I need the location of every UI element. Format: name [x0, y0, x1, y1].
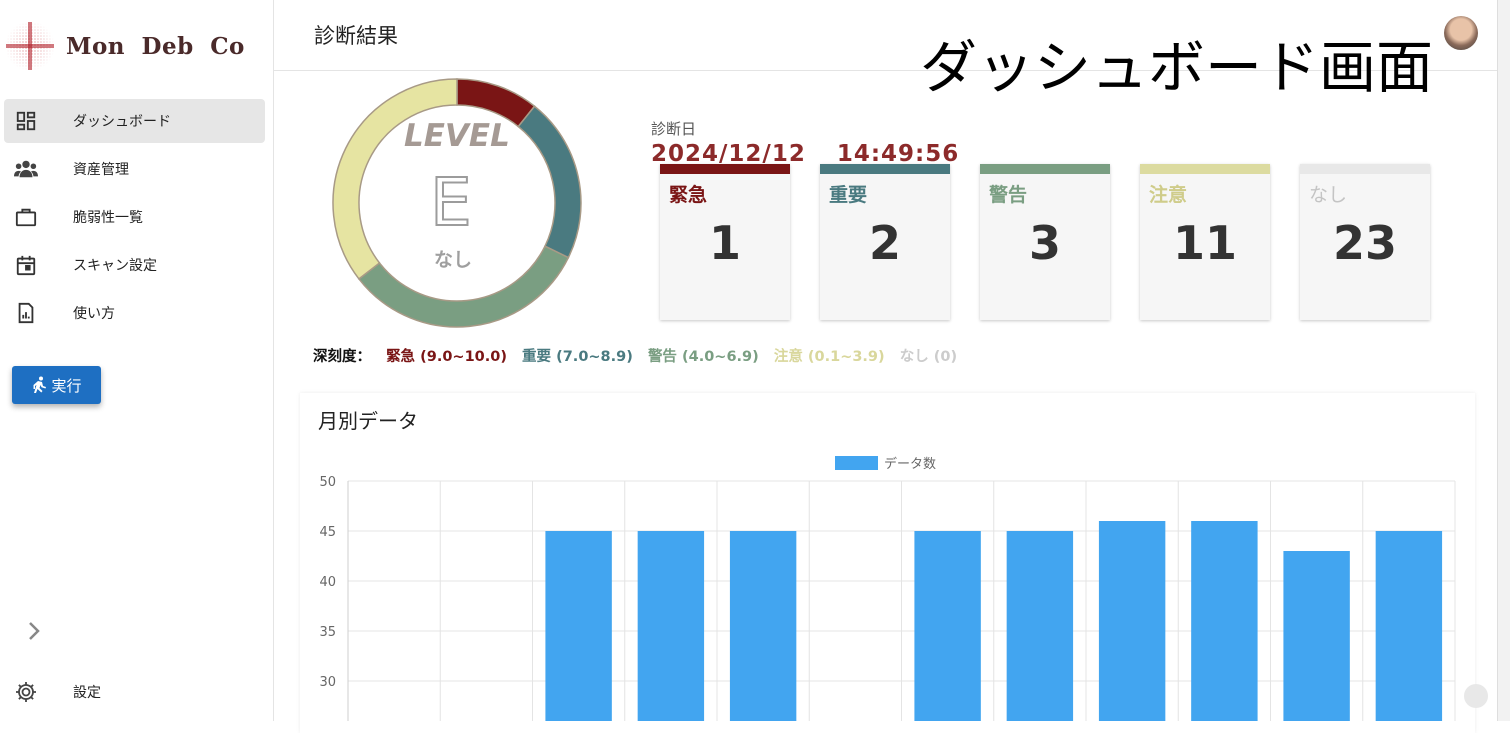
sidebar-item-how-to-use[interactable]: 使い方 [4, 291, 265, 335]
brand-logo[interactable]: Mon Deb Co [4, 20, 245, 72]
settings-label: 設定 [73, 685, 101, 701]
y-tick-label: 35 [319, 625, 336, 640]
scroll-indicator [1464, 684, 1488, 708]
severity-card-count: 2 [868, 216, 901, 270]
brand-name: Mon Deb Co [66, 32, 245, 60]
severity-card-label: 警告 [989, 184, 1028, 206]
calendar-icon [14, 253, 38, 277]
overlay-caption: ダッシュボード画面 [920, 35, 1433, 101]
severity-card-label: 重要 [829, 184, 868, 206]
chart-bar[interactable] [637, 531, 705, 721]
severity-legend-item: なし (0) [899, 349, 958, 365]
sidebar-item-label: 脆弱性一覧 [73, 210, 143, 226]
sidebar-item-vulnerabilities[interactable]: 脆弱性一覧 [4, 195, 265, 239]
level-grade: E [429, 163, 473, 242]
run-button-label: 実行 [51, 376, 82, 395]
sidebar-item-settings[interactable]: 設定 [4, 672, 265, 712]
briefcase-icon [14, 205, 38, 229]
sidebar-item-scan-settings[interactable]: スキャン設定 [4, 243, 265, 287]
severity-card-label: なし [1309, 184, 1348, 206]
chart-legend[interactable]: データ数 [835, 456, 936, 472]
people-icon [14, 157, 38, 181]
y-tick-label: 30 [319, 675, 336, 690]
monthly-bar-chart: データ数 50 45 40 35 30 [319, 456, 1456, 721]
severity-card-count: 23 [1332, 216, 1397, 270]
chart-bar[interactable] [1283, 551, 1350, 721]
moon-icon [1392, 24, 1403, 46]
logo-mark-icon [4, 20, 56, 72]
diagnosis-date-label: 診断日 [651, 120, 697, 138]
sidebar: Mon Deb Co ダッシュボード 資産管理 脆弱性一覧 スキャン設定 使い方… [0, 0, 274, 721]
chart-bar[interactable] [729, 531, 797, 721]
expand-sidebar-button[interactable] [24, 619, 44, 643]
chart-bar[interactable] [1375, 531, 1443, 721]
severity-legend-label: 深刻度： [313, 349, 371, 365]
severity-card-label: 緊急 [669, 184, 708, 206]
sidebar-nav: ダッシュボード 資産管理 脆弱性一覧 スキャン設定 使い方 [4, 99, 265, 339]
severity-legend-item: 警告 (4.0~6.9) [647, 349, 759, 365]
avatar[interactable] [1444, 16, 1478, 50]
sidebar-item-assets[interactable]: 資産管理 [4, 147, 265, 191]
severity-card-none[interactable]: なし 23 [1300, 164, 1430, 320]
sidebar-item-label: ダッシュボード [73, 114, 171, 130]
sidebar-item-label: 使い方 [73, 306, 115, 322]
severity-card-label: 注意 [1149, 184, 1188, 206]
legend-label: データ数 [884, 456, 936, 472]
sidebar-item-label: 資産管理 [73, 162, 129, 178]
donut-segment [517, 105, 582, 259]
dashboard-icon [14, 109, 38, 133]
severity-card-count: 3 [1028, 216, 1061, 270]
chevron-right-icon [29, 622, 40, 640]
y-tick-label: 45 [319, 525, 336, 540]
page-title: 診断結果 [314, 24, 398, 48]
level-label: LEVEL [404, 118, 510, 154]
chart-bar[interactable] [1098, 521, 1166, 721]
y-tick-label: 50 [319, 475, 336, 490]
running-person-icon [33, 376, 47, 393]
chart-bar[interactable] [1191, 521, 1258, 721]
dark-mode-toggle[interactable] [1386, 22, 1410, 48]
chart-bar[interactable] [1006, 531, 1074, 721]
gear-icon [14, 680, 38, 704]
run-button[interactable]: 実行 [12, 366, 101, 404]
severity-card-count: 1 [708, 216, 741, 270]
chart-bar[interactable] [545, 531, 612, 721]
page-scrollbar[interactable] [1497, 0, 1510, 721]
sidebar-item-dashboard[interactable]: ダッシュボード [4, 99, 265, 143]
y-tick-label: 40 [319, 575, 336, 590]
severity-legend-item: 重要 (7.0~8.9) [522, 349, 633, 365]
level-grade-sub: なし [434, 249, 473, 271]
sidebar-item-label: スキャン設定 [73, 258, 157, 274]
severity-card-warning[interactable]: 警告 3 [980, 164, 1110, 320]
legend-swatch [835, 456, 878, 470]
report-icon [14, 301, 38, 325]
chart-bar[interactable] [914, 531, 981, 721]
severity-legend-item: 注意 (0.1~3.9) [773, 349, 885, 365]
severity-legend-item: 緊急 (9.0~10.0) [386, 349, 507, 365]
severity-legend: 深刻度： 緊急 (9.0~10.0) 重要 (7.0~8.9) 警告 (4.0~… [313, 345, 967, 366]
severity-card-important[interactable]: 重要 2 [820, 164, 950, 320]
severity-card-count: 11 [1172, 216, 1237, 270]
severity-card-caution[interactable]: 注意 11 [1140, 164, 1270, 320]
severity-card-urgent[interactable]: 緊急 1 [660, 164, 790, 320]
monthly-chart-card: 月別データ データ数 50 45 40 35 30 [300, 393, 1475, 733]
